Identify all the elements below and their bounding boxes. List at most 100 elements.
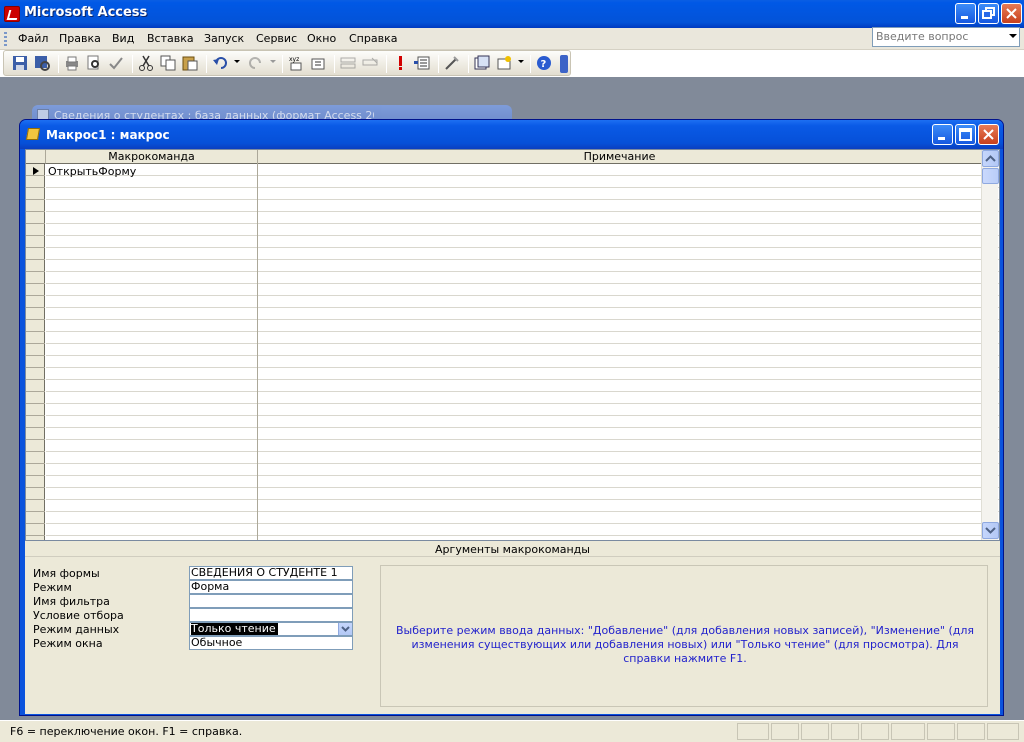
minimize-button[interactable]	[955, 3, 976, 24]
menu-window[interactable]: Окно	[307, 32, 336, 45]
status-bar: F6 = переключение окон. F1 = справка.	[0, 720, 1024, 742]
status-panel	[861, 723, 889, 740]
database-window-icon[interactable]	[474, 55, 492, 71]
status-panel	[927, 723, 955, 740]
arg-label-data-mode: Режим данных	[33, 623, 120, 636]
arg-value-form-name[interactable]: СВЕДЕНИЯ О СТУДЕНТЕ 1	[189, 566, 353, 580]
svg-text:?: ?	[541, 59, 547, 70]
arg-value-view[interactable]: Форма	[189, 580, 353, 594]
build-icon[interactable]	[444, 55, 462, 71]
menu-tools[interactable]: Сервис	[256, 32, 297, 45]
spelling-icon[interactable]	[108, 55, 126, 71]
save-icon[interactable]	[12, 55, 30, 71]
save-as-icon[interactable]	[34, 55, 52, 71]
arg-label-window-mode: Режим окна	[33, 637, 103, 650]
status-panel	[771, 723, 799, 740]
argument-help-text: Выберите режим ввода данных: "Добавление…	[396, 624, 974, 665]
close-icon	[1006, 8, 1017, 19]
macro-window-title: Макрос1 : макрос	[46, 128, 170, 142]
undo-dropdown-icon[interactable]	[234, 60, 240, 63]
arg-label-form-name: Имя формы	[33, 567, 100, 580]
undo-icon[interactable]	[212, 55, 230, 71]
scroll-thumb[interactable]	[982, 168, 999, 184]
menu-run[interactable]: Запуск	[204, 32, 244, 45]
arguments-title: Аргументы макрокоманды	[25, 543, 1000, 557]
print-preview-icon[interactable]	[86, 55, 104, 71]
macro-design-toolbar: xyz ?	[3, 50, 571, 76]
macro-icon	[25, 128, 41, 140]
chevron-down-icon	[341, 626, 350, 632]
arg-label-filter-name: Имя фильтра	[33, 595, 110, 608]
status-panel	[957, 723, 985, 740]
macro-window: Макрос1 : макрос Макрокоманда Примечание…	[19, 119, 1004, 716]
menu-edit[interactable]: Правка	[59, 32, 101, 45]
arg-value-window-mode[interactable]: Обычное	[189, 636, 353, 650]
cut-icon[interactable]	[138, 55, 156, 71]
new-object-dropdown-icon[interactable]	[518, 60, 524, 63]
menu-bar: Файл Правка Вид Вставка Запуск Сервис Ок…	[0, 28, 1024, 50]
argument-help-box: Выберите режим ввода данных: "Добавление…	[380, 565, 988, 707]
arg-value-data-mode-select[interactable]: Только чтение	[189, 622, 353, 636]
help-icon[interactable]: ?	[536, 55, 554, 71]
grid-corner[interactable]	[26, 150, 46, 164]
scroll-up-button[interactable]	[982, 150, 999, 167]
status-panel	[987, 723, 1019, 740]
column-header-action[interactable]: Макрокоманда	[46, 150, 258, 164]
redo-icon[interactable]	[248, 55, 266, 71]
row-selector-lines	[26, 164, 45, 540]
macro-close-button[interactable]	[978, 124, 999, 145]
dropdown-arrow-icon[interactable]	[1009, 34, 1017, 38]
menu-insert[interactable]: Вставка	[147, 32, 194, 45]
menubar-grip[interactable]	[4, 32, 7, 46]
run-icon[interactable]	[392, 55, 410, 71]
macro-names-icon[interactable]: xyz	[288, 55, 306, 71]
arg-label-where-condition: Условие отбора	[33, 609, 124, 622]
single-step-icon[interactable]	[414, 55, 432, 71]
ask-question-placeholder: Введите вопрос	[876, 30, 969, 43]
minimize-icon	[961, 16, 968, 19]
maximize-icon	[959, 128, 972, 141]
macro-grid: Макрокоманда Примечание ОткрытьФорму	[25, 149, 1000, 541]
insert-rows-icon[interactable]	[340, 55, 358, 71]
status-panel	[891, 723, 925, 740]
close-button[interactable]	[1001, 3, 1022, 24]
macro-maximize-button[interactable]	[955, 124, 976, 145]
arg-value-filter-name[interactable]	[189, 594, 353, 608]
arg-value-where-condition[interactable]	[189, 608, 353, 622]
column-header-comment[interactable]: Примечание	[258, 150, 982, 164]
grid-vertical-scrollbar[interactable]	[981, 150, 999, 540]
delete-rows-icon[interactable]	[362, 55, 380, 71]
macro-window-title-bar[interactable]: Макрос1 : макрос	[20, 120, 1003, 149]
minimize-icon	[938, 137, 945, 140]
grid-rows[interactable]	[46, 164, 999, 540]
conditions-icon[interactable]	[310, 55, 328, 71]
close-icon	[983, 129, 994, 140]
macro-minimize-button[interactable]	[932, 124, 953, 145]
toolbar-options-icon[interactable]	[560, 55, 568, 73]
restore-icon	[982, 7, 995, 19]
current-row-arrow-icon	[33, 167, 39, 175]
paste-icon[interactable]	[182, 55, 200, 71]
chevron-down-icon	[985, 527, 996, 534]
app-title: Microsoft Access	[24, 5, 148, 20]
data-mode-dropdown-button[interactable]	[338, 623, 352, 635]
app-title-bar[interactable]: Microsoft Access	[0, 0, 1024, 28]
status-panel	[831, 723, 859, 740]
action-arguments-pane: Аргументы макрокоманды Имя формы СВЕДЕНИ…	[25, 541, 1000, 714]
ask-question-input[interactable]: Введите вопрос	[872, 27, 1020, 47]
menu-view[interactable]: Вид	[112, 32, 134, 45]
svg-text:xyz: xyz	[289, 56, 299, 63]
status-panel	[801, 723, 829, 740]
scroll-down-button[interactable]	[982, 522, 999, 539]
column-divider	[257, 150, 258, 540]
copy-icon[interactable]	[160, 55, 178, 71]
redo-dropdown-icon[interactable]	[270, 60, 276, 63]
menu-file[interactable]: Файл	[18, 32, 48, 45]
status-text: F6 = переключение окон. F1 = справка.	[10, 725, 243, 738]
action-cell[interactable]: ОткрытьФорму	[48, 166, 136, 178]
menu-help[interactable]: Справка	[349, 32, 397, 45]
print-icon[interactable]	[64, 55, 82, 71]
restore-button[interactable]	[978, 3, 999, 24]
access-app-icon[interactable]	[4, 6, 20, 22]
new-object-icon[interactable]	[496, 55, 514, 71]
